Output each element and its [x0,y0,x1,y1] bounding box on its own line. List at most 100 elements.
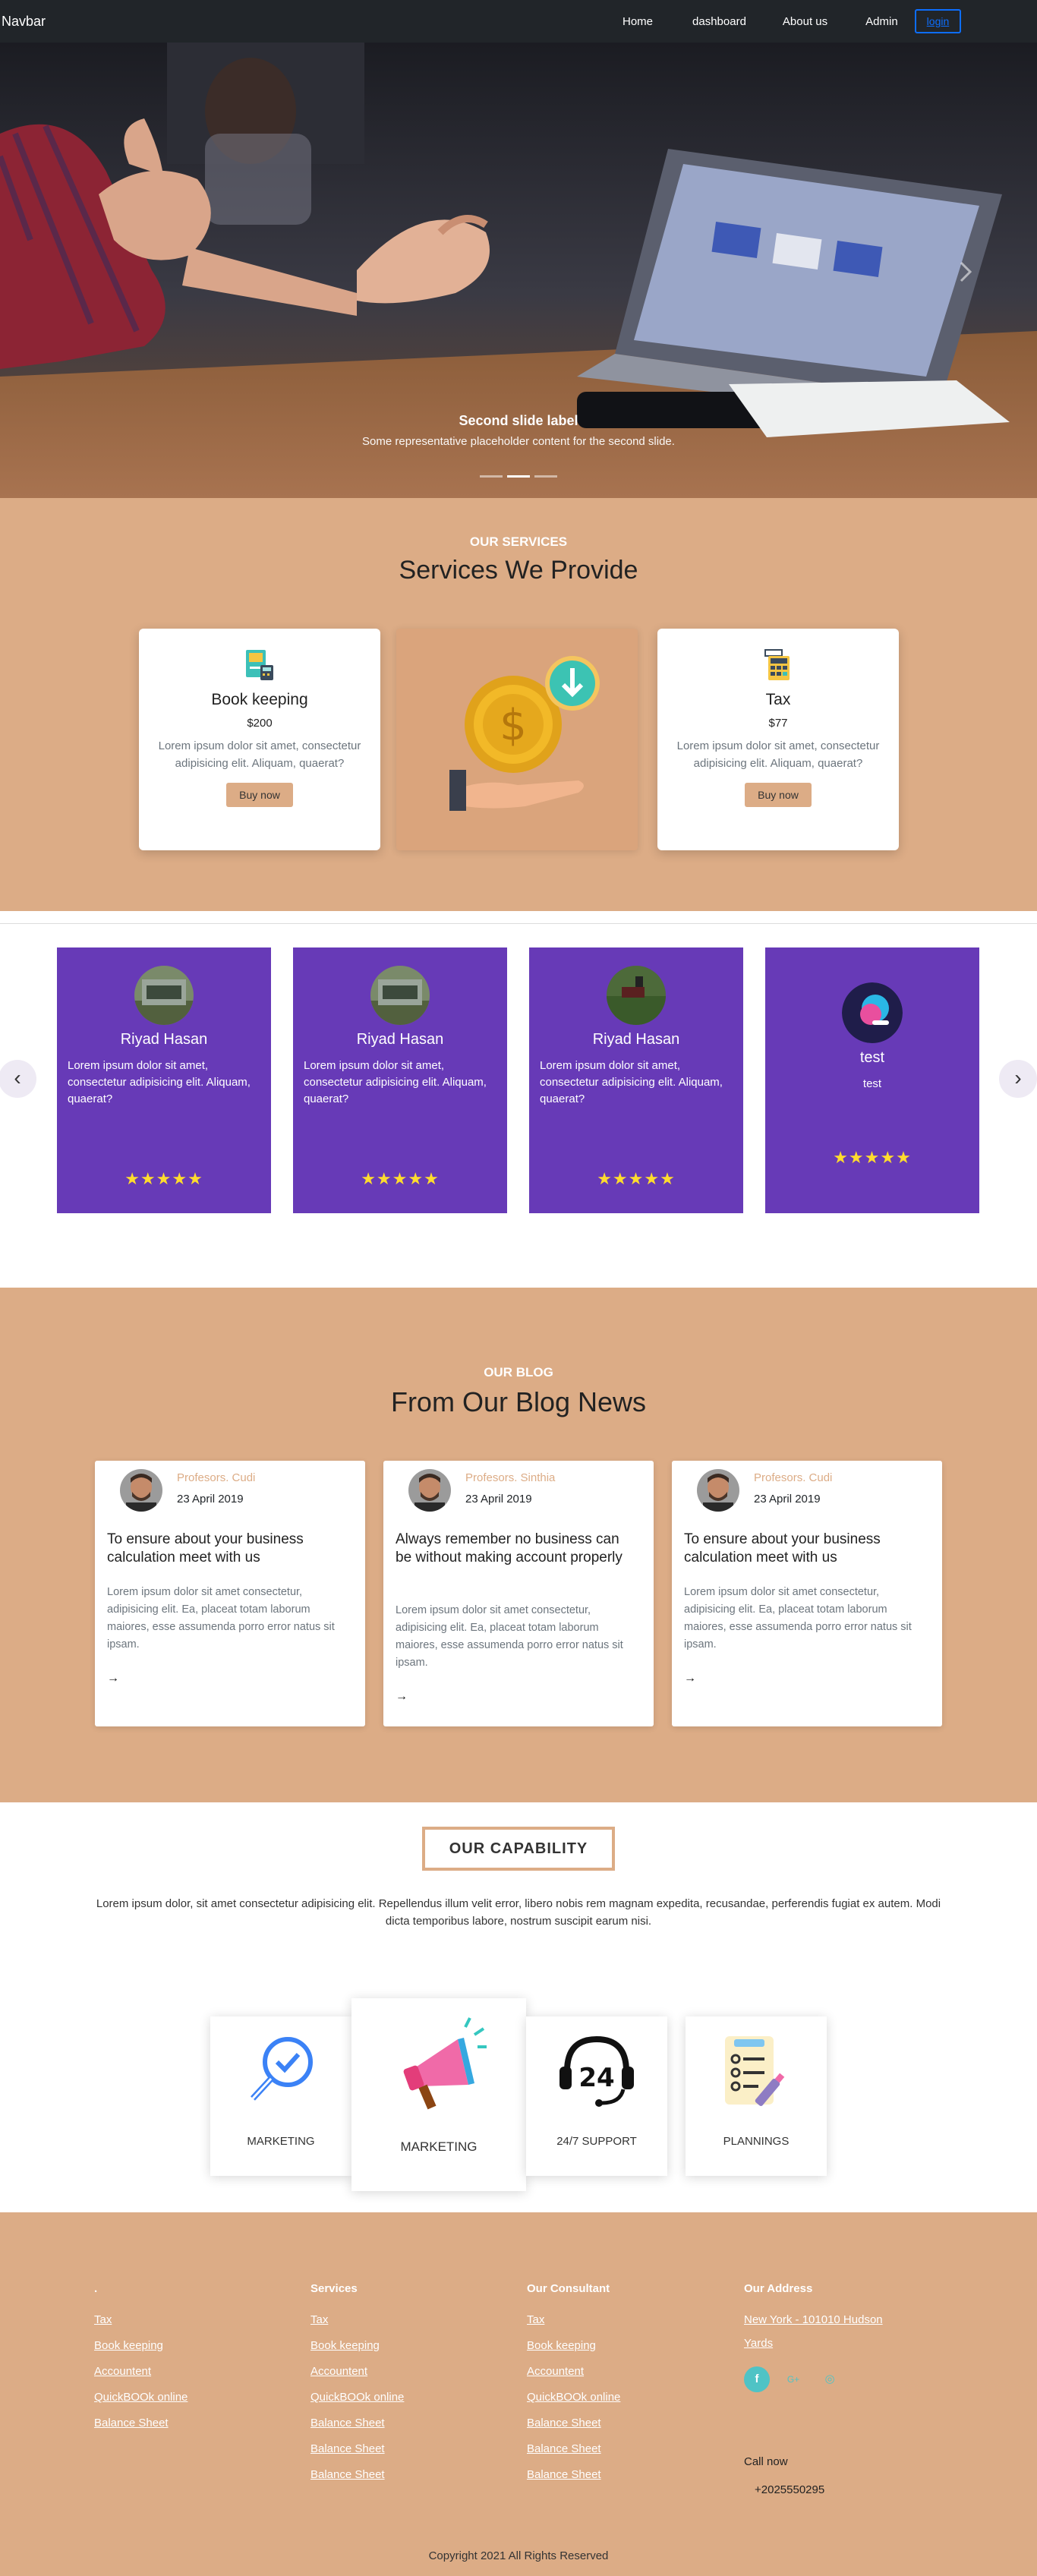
capability-section: OUR CAPABILITY Lorem ipsum dolor, sit am… [0,1802,1037,2212]
avatar [118,1467,165,1514]
blog-date: 23 April 2019 [754,1493,821,1506]
navbar: Navbar Home dashboard About us Admin log… [0,0,1037,43]
footer-column-services: Services Tax Book keeping Accountent Qui… [310,2282,404,2481]
arrow-right-icon[interactable]: → [684,1672,696,1685]
footer-link[interactable]: QuickBOOk online [310,2391,404,2404]
footer-link[interactable]: Book keeping [527,2339,620,2352]
footer-link[interactable]: QuickBOOk online [94,2391,188,2404]
footer-link[interactable]: Balance Sheet [527,2468,620,2481]
address-link-line2[interactable]: Yards [744,2337,883,2350]
nav-link-home[interactable]: Home [623,15,653,28]
footer-link[interactable]: Book keeping [310,2339,404,2352]
reviewer-name: Riyad Hasan [356,1031,444,1048]
footer-link[interactable]: Accountent [527,2365,620,2378]
reviewer-name: test [859,1049,885,1066]
avatar [370,966,430,1025]
carousel-prev-button[interactable]: ‹ [0,1060,36,1098]
blog-post-title[interactable]: To ensure about your business calculatio… [107,1531,350,1567]
address-link[interactable]: New York - 101010 Hudson [744,2313,883,2326]
service-name: Book keeping [211,691,308,708]
avatar [134,966,194,1025]
money-hand-illustration: $ [396,629,638,850]
blog-date: 23 April 2019 [177,1493,244,1506]
footer-column-consultant: Our Consultant Tax Book keeping Accounte… [527,2282,620,2481]
blog-section: OUR BLOG From Our Blog News Profesors. C… [0,1288,1037,1802]
footer-link[interactable]: Balance Sheet [94,2417,188,2429]
star-rating: ★★★★★ [833,1148,912,1167]
phone-number: +2025550295 [755,2483,825,2496]
hero-caption-text: Some representative placeholder content … [362,435,675,448]
capability-title: OUR CAPABILITY [422,1827,615,1871]
capability-label: PLANNINGS [723,2135,790,2148]
footer-link[interactable]: Tax [310,2313,404,2326]
calculator-icon [762,648,794,682]
service-name: Tax [765,691,791,708]
capability-text: Lorem ipsum dolor, sit amet consectetur … [96,1897,941,1928]
support-headset-icon: 24 [559,2035,634,2107]
copyright: Copyright 2021 All Rights Reserved [428,2549,609,2562]
footer-link[interactable]: Accountent [94,2365,188,2378]
blog-eyebrow: OUR BLOG [484,1365,553,1379]
blog-card[interactable]: Profesors. Sinthia 23 April 2019 Always … [383,1461,654,1726]
megaphone-icon [403,2017,487,2110]
footer-link[interactable]: Book keeping [94,2339,188,2352]
blog-title: From Our Blog News [390,1386,647,1417]
footer-link[interactable]: Accountent [310,2365,404,2378]
footer-link[interactable]: QuickBOOk online [527,2391,620,2404]
blog-post-title[interactable]: Always remember no business can be witho… [396,1531,638,1567]
blog-excerpt: Lorem ipsum dolor sit amet consectetur, … [396,1604,623,1669]
arrow-right-icon[interactable]: → [107,1672,119,1685]
footer-link[interactable]: Balance Sheet [310,2468,404,2481]
google-plus-icon[interactable]: G+ [780,2366,806,2392]
nav-links: Home dashboard About us Admin login [623,0,962,43]
reviewer-name: Riyad Hasan [120,1031,208,1048]
blog-author: Profesors. Sinthia [465,1471,556,1484]
call-now-label: Call now [744,2455,788,2468]
buy-now-button[interactable]: Buy now [745,783,812,807]
blog-card[interactable]: Profesors. Cudi 23 April 2019 To ensure … [672,1461,942,1726]
footer-column-heading: Our Consultant [527,2282,610,2295]
instagram-icon[interactable]: ◎ [817,2366,843,2392]
hero-next-control[interactable] [950,257,981,287]
avatar [406,1467,453,1514]
star-rating: ★★★★★ [597,1169,676,1188]
capability-card-marketing-featured[interactable]: MARKETING [351,1998,526,2191]
carousel-next-button[interactable]: › [999,1060,1037,1098]
footer-link[interactable]: Tax [527,2313,620,2326]
capability-label: MARKETING [247,2135,315,2148]
blog-post-title[interactable]: To ensure about your business calculatio… [684,1531,927,1567]
hero-carousel: Second slide label Some representative p… [0,43,1037,498]
service-price: $200 [247,717,273,730]
carousel-indicator[interactable] [480,475,503,478]
checklist-icon [725,2036,785,2106]
capability-card-plannings[interactable]: PLANNINGS [686,2016,827,2176]
nav-link-about-us[interactable]: About us [783,15,827,28]
nav-link-dashboard[interactable]: dashboard [692,15,746,28]
footer-link[interactable]: Balance Sheet [527,2442,620,2455]
blog-author: Profesors. Cudi [177,1471,256,1484]
capability-card-marketing[interactable]: MARKETING [210,2016,351,2176]
footer-link[interactable]: Balance Sheet [310,2417,404,2429]
nav-link-admin[interactable]: Admin [865,15,898,28]
reviewer-name: Riyad Hasan [592,1031,680,1048]
avatar [695,1467,742,1514]
avatar [842,982,903,1043]
footer-link[interactable]: Balance Sheet [310,2442,404,2455]
star-rating: ★★★★★ [361,1169,440,1188]
hero-caption-title: Second slide label [459,413,578,428]
footer-link[interactable]: Tax [94,2313,188,2326]
footer-link[interactable]: Balance Sheet [527,2417,620,2429]
service-card-book-keeping: Book keeping $200 Lorem ipsum dolor sit … [139,629,380,850]
carousel-indicator[interactable] [534,475,557,478]
review-card: Riyad Hasan Lorem ipsum dolor sit amet, … [57,947,271,1213]
footer-column-heading: Our Address [744,2282,813,2295]
login-button[interactable]: login [914,9,962,33]
blog-card[interactable]: Profesors. Cudi 23 April 2019 To ensure … [95,1461,365,1726]
capability-card-support[interactable]: 24 24/7 SUPPORT [526,2016,667,2176]
facebook-icon[interactable]: f [744,2366,770,2392]
buy-now-button[interactable]: Buy now [226,783,293,807]
capability-label: 24/7 SUPPORT [556,2135,637,2148]
navbar-brand[interactable]: Navbar [2,14,46,30]
carousel-indicator[interactable] [507,475,530,478]
arrow-right-icon[interactable]: → [396,1690,408,1704]
